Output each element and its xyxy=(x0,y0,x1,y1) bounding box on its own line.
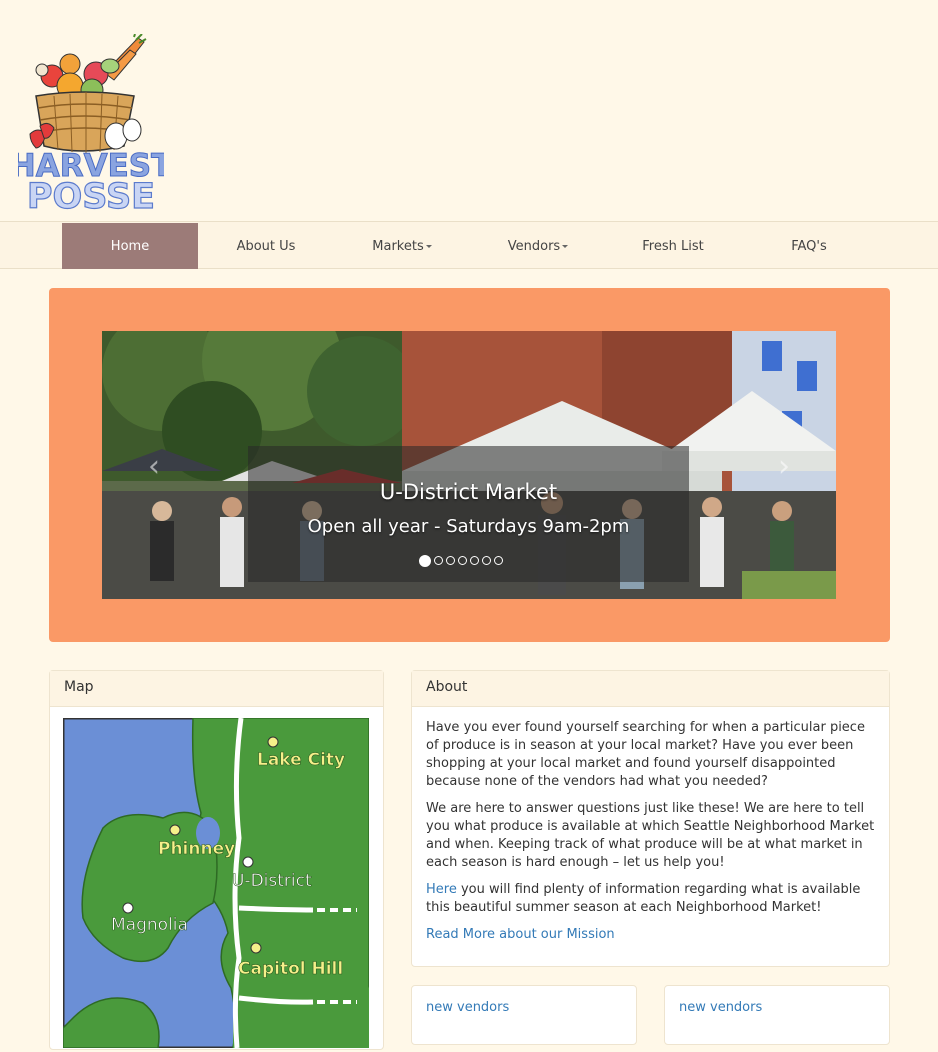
map-label-lake-city: Lake City xyxy=(257,750,345,770)
caret-down-icon xyxy=(425,244,432,248)
main-navbar: Home About Us Markets Vendors Fresh List… xyxy=(0,221,938,269)
nav-vendors-dropdown[interactable]: Vendors xyxy=(470,223,606,269)
carousel-indicator[interactable] xyxy=(470,556,479,565)
nav-fresh-list-label: Fresh List xyxy=(642,238,704,254)
harvest-posse-logo[interactable]: HARVEST POSSE xyxy=(9,33,173,218)
nav-about-us[interactable]: About Us xyxy=(198,223,334,269)
nav-markets-dropdown[interactable]: Markets xyxy=(334,223,470,269)
caret-down-icon xyxy=(562,244,569,248)
about-paragraph-2: We are here to answer questions just lik… xyxy=(426,801,875,870)
carousel-indicator[interactable] xyxy=(482,556,491,565)
carousel-caption-title: U-District Market xyxy=(379,480,558,504)
about-paragraph-1: Have you ever found yourself searching f… xyxy=(426,720,865,789)
basket-icon: HARVEST POSSE xyxy=(9,33,173,218)
carousel-indicators xyxy=(419,555,503,568)
carousel-prev-button[interactable]: ‹ xyxy=(139,448,169,484)
about-body: Have you ever found yourself searching f… xyxy=(426,719,878,953)
about-paragraph-3: Here you will find plenty of information… xyxy=(426,881,878,917)
nav-vendors-label: Vendors xyxy=(507,238,561,254)
carousel-next-button[interactable]: › xyxy=(769,448,799,484)
map-label-capitol-hill: Capitol Hill xyxy=(238,959,343,979)
chevron-right-icon: › xyxy=(778,448,790,484)
about-paragraph-3-text: you will find plenty of information rega… xyxy=(426,882,861,915)
nav-home[interactable]: Home xyxy=(62,223,198,269)
carousel-indicator[interactable] xyxy=(494,556,503,565)
here-link[interactable]: Here xyxy=(426,882,457,897)
carousel-indicator[interactable] xyxy=(434,556,443,565)
read-more-mission-link[interactable]: Read More about our Mission xyxy=(426,927,615,942)
new-vendors-link[interactable]: new vendors xyxy=(426,1000,509,1015)
carousel-caption-subtitle: Open all year - Saturdays 9am-2pm xyxy=(307,516,630,537)
seattle-map-graphic: Lake City Phinney U-District Magnolia Ca… xyxy=(61,716,371,1050)
map-panel-heading: Map xyxy=(50,671,383,707)
nav-home-label: Home xyxy=(110,238,150,254)
carousel-indicator[interactable] xyxy=(458,556,467,565)
map-panel: Map Lake City Phinney U-District Magnoli… xyxy=(49,670,384,1050)
map-label-phinney: Phinney xyxy=(158,839,235,859)
new-vendors-link[interactable]: new vendors xyxy=(679,1000,762,1015)
vendor-card: new vendors xyxy=(664,985,890,1045)
neighborhood-map[interactable]: Lake City Phinney U-District Magnolia Ca… xyxy=(61,716,371,1050)
carousel-indicator[interactable] xyxy=(419,555,431,567)
about-panel: About Have you ever found yourself searc… xyxy=(411,670,890,967)
nav-about-us-label: About Us xyxy=(236,238,296,254)
nav-faqs-label: FAQ's xyxy=(791,238,827,254)
carousel-indicator[interactable] xyxy=(446,556,455,565)
nav-faqs[interactable]: FAQ's xyxy=(741,223,877,269)
map-label-magnolia: Magnolia xyxy=(111,915,188,935)
nav-markets-label: Markets xyxy=(372,238,424,254)
svg-text:POSSE: POSSE xyxy=(27,177,155,212)
chevron-left-icon: ‹ xyxy=(148,448,160,484)
nav-fresh-list[interactable]: Fresh List xyxy=(605,223,741,269)
about-panel-heading: About xyxy=(412,671,889,707)
map-label-u-district: U-District xyxy=(232,871,312,891)
vendor-card: new vendors xyxy=(411,985,637,1045)
